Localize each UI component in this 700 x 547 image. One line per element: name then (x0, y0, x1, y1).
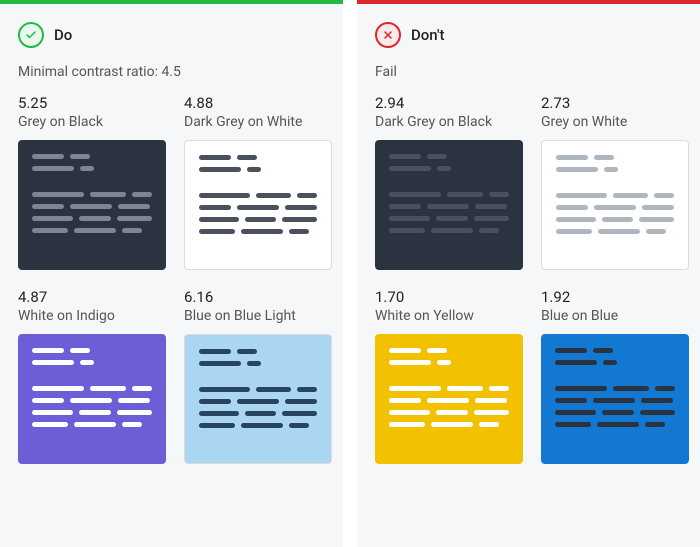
contrast-ratio: 1.92 (541, 288, 689, 306)
contrast-desc: Grey on White (541, 114, 689, 130)
do-header: Do (0, 4, 343, 54)
close-icon (375, 22, 401, 48)
color-swatch (375, 334, 523, 464)
contrast-desc: Dark Grey on White (184, 114, 332, 130)
contrast-desc: White on Indigo (18, 308, 166, 324)
contrast-desc: Blue on Blue Light (184, 308, 332, 324)
swatch-cell: 4.87 White on Indigo (18, 288, 166, 464)
swatch-cell: 2.94 Dark Grey on Black (375, 94, 523, 270)
check-icon (18, 22, 44, 48)
swatch-cell: 4.88 Dark Grey on White (184, 94, 332, 270)
dont-grid: 2.94 Dark Grey on Black 2.73 Grey on Whi… (357, 94, 700, 464)
color-swatch (541, 140, 689, 270)
color-swatch (541, 334, 689, 464)
contrast-desc: White on Yellow (375, 308, 523, 324)
contrast-desc: Dark Grey on Black (375, 114, 523, 130)
contrast-ratio: 2.73 (541, 94, 689, 112)
contrast-desc: Grey on Black (18, 114, 166, 130)
contrast-ratio: 4.88 (184, 94, 332, 112)
contrast-ratio: 1.70 (375, 288, 523, 306)
do-label: Do (54, 26, 72, 44)
swatch-cell: 6.16 Blue on Blue Light (184, 288, 332, 464)
color-swatch (184, 140, 332, 270)
do-subhead: Minimal contrast ratio: 4.5 (0, 54, 343, 94)
dont-panel: Don't Fail 2.94 Dark Grey on Black 2.73 … (357, 0, 700, 547)
contrast-ratio: 2.94 (375, 94, 523, 112)
contrast-ratio: 5.25 (18, 94, 166, 112)
contrast-ratio: 4.87 (18, 288, 166, 306)
swatch-cell: 1.70 White on Yellow (375, 288, 523, 464)
contrast-desc: Blue on Blue (541, 308, 689, 324)
swatch-cell: 1.92 Blue on Blue (541, 288, 689, 464)
dont-subhead: Fail (357, 54, 700, 94)
dont-label: Don't (411, 26, 444, 44)
color-swatch (18, 140, 166, 270)
color-swatch (184, 334, 332, 464)
do-panel: Do Minimal contrast ratio: 4.5 5.25 Grey… (0, 0, 343, 547)
contrast-guidelines: Do Minimal contrast ratio: 4.5 5.25 Grey… (0, 0, 700, 547)
contrast-ratio: 6.16 (184, 288, 332, 306)
swatch-cell: 2.73 Grey on White (541, 94, 689, 270)
swatch-cell: 5.25 Grey on Black (18, 94, 166, 270)
color-swatch (375, 140, 523, 270)
color-swatch (18, 334, 166, 464)
do-grid: 5.25 Grey on Black 4.88 Dark Grey on Whi… (0, 94, 343, 464)
dont-header: Don't (357, 4, 700, 54)
